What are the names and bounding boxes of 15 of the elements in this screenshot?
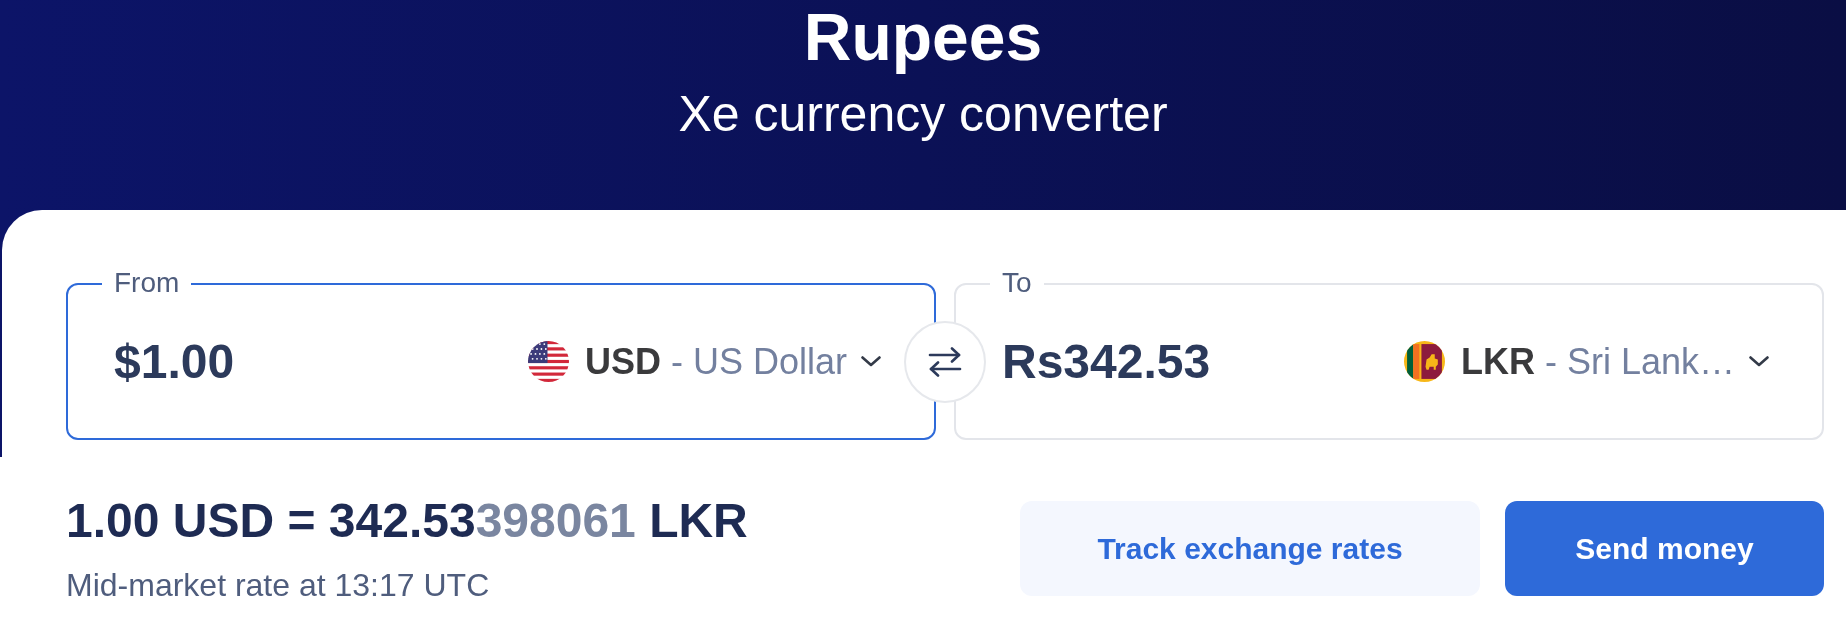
- swap-icon: [928, 346, 962, 377]
- page-title: Rupees: [803, 0, 1043, 74]
- currency-select[interactable]: LKR - Sri Lank…: [1403, 340, 1769, 383]
- exchange-rate: 1.00 USD = 342.53398061 LKR: [66, 493, 748, 549]
- us-flag-icon: [527, 341, 569, 382]
- amount-value[interactable]: $1.00: [114, 334, 528, 389]
- amount-value[interactable]: Rs342.53: [1002, 334, 1404, 389]
- chevron-down-icon: [861, 356, 881, 367]
- send-money-button[interactable]: Send money: [1505, 501, 1824, 596]
- currency-select[interactable]: USD - US Dollar: [527, 340, 881, 383]
- page-subtitle: Xe currency converter: [678, 85, 1168, 144]
- chevron-down-icon: [1749, 356, 1769, 367]
- track-rates-button[interactable]: Track exchange rates: [1020, 501, 1480, 596]
- sri-lanka-flag-icon: [1403, 341, 1445, 382]
- rate-note: Mid-market rate at 13:17 UTC: [66, 566, 491, 605]
